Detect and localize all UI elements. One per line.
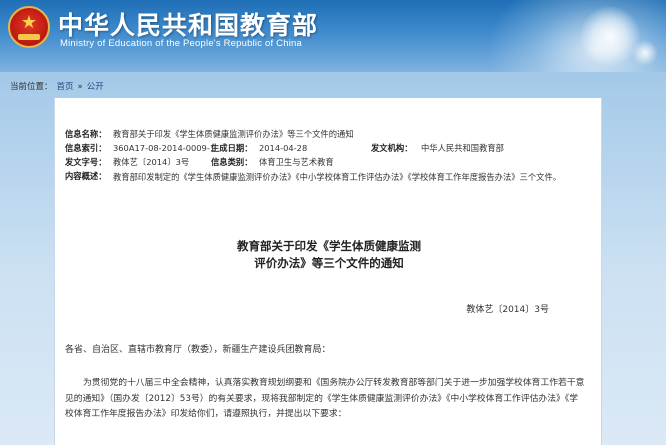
summary-label: 内容概述：: [65, 171, 107, 181]
dandelion-icon: [580, 6, 640, 66]
docno-value: 教体艺〔2014〕3号: [113, 157, 190, 167]
issuer-label: 发文机构：: [371, 143, 413, 153]
dandelion-small-icon: [632, 40, 658, 66]
document-title: 教育部关于印发《学生体质健康监测 评价办法》等三个文件的通知: [55, 238, 603, 272]
summary-value: 教育部印发制定的《学生体质健康监测评价办法》《中小学校体育工作评估办法》《学校体…: [113, 172, 562, 182]
site-title[interactable]: 中华人民共和国教育部: [58, 6, 318, 42]
breadcrumb-home-link[interactable]: 首页: [57, 82, 74, 92]
breadcrumb-prefix: 当前位置：: [10, 82, 53, 92]
name-value: 教育部关于印发《学生体质健康监测评价办法》等三个文件的通知: [113, 129, 354, 139]
document-title-line1: 教育部关于印发《学生体质健康监测: [237, 239, 421, 253]
meta-row-name: 信息名称： 教育部关于印发《学生体质健康监测评价办法》等三个文件的通知: [65, 128, 585, 142]
breadcrumb-separator: »: [77, 82, 83, 92]
index-label: 信息索引：: [65, 143, 107, 153]
document-title-line2: 评价办法》等三个文件的通知: [254, 256, 404, 270]
emblem-base: [18, 34, 40, 40]
meta-row-summary: 内容概述： 教育部印发制定的《学生体质健康监测评价办法》《中小学校体育工作评估办…: [65, 170, 585, 200]
national-emblem-icon[interactable]: ★: [8, 6, 50, 48]
article-panel: 信息名称： 教育部关于印发《学生体质健康监测评价办法》等三个文件的通知 信息索引…: [54, 98, 602, 445]
breadcrumb-section-link[interactable]: 公开: [87, 82, 104, 92]
meta-row-index: 信息索引： 360A17-08-2014-0009-1 生成日期： 2014-0…: [65, 142, 585, 156]
index-value: 360A17-08-2014-0009-1: [113, 143, 216, 153]
docno-label: 发文字号：: [65, 157, 107, 167]
name-label: 信息名称：: [65, 129, 107, 139]
meta-row-docno: 发文字号： 教体艺〔2014〕3号 信息类别： 体育卫生与艺术教育: [65, 156, 585, 170]
date-label: 生成日期：: [211, 143, 253, 153]
date-value: 2014-04-28: [259, 143, 308, 153]
category-value: 体育卫生与艺术教育: [259, 157, 334, 167]
site-subtitle: Ministry of Education of the People's Re…: [60, 38, 302, 49]
document-number: 教体艺〔2014〕3号: [466, 305, 549, 315]
issuer-value: 中华人民共和国教育部: [421, 143, 504, 153]
site-header: ★ 中华人民共和国教育部 Ministry of Education of th…: [0, 0, 666, 72]
document-metadata: 信息名称： 教育部关于印发《学生体质健康监测评价办法》等三个文件的通知 信息索引…: [65, 128, 585, 200]
star-icon: ★: [20, 12, 38, 33]
breadcrumb: 当前位置： 首页» 公开: [10, 80, 108, 92]
document-addressee: 各省、自治区、直辖市教育厅（教委），新疆生产建设兵团教育局：: [65, 345, 331, 355]
document-paragraph: 为贯彻党的十八届三中全会精神，认真落实教育规划纲要和《国务院办公厅转发教育部等部…: [65, 378, 585, 419]
category-label: 信息类别：: [211, 157, 253, 167]
